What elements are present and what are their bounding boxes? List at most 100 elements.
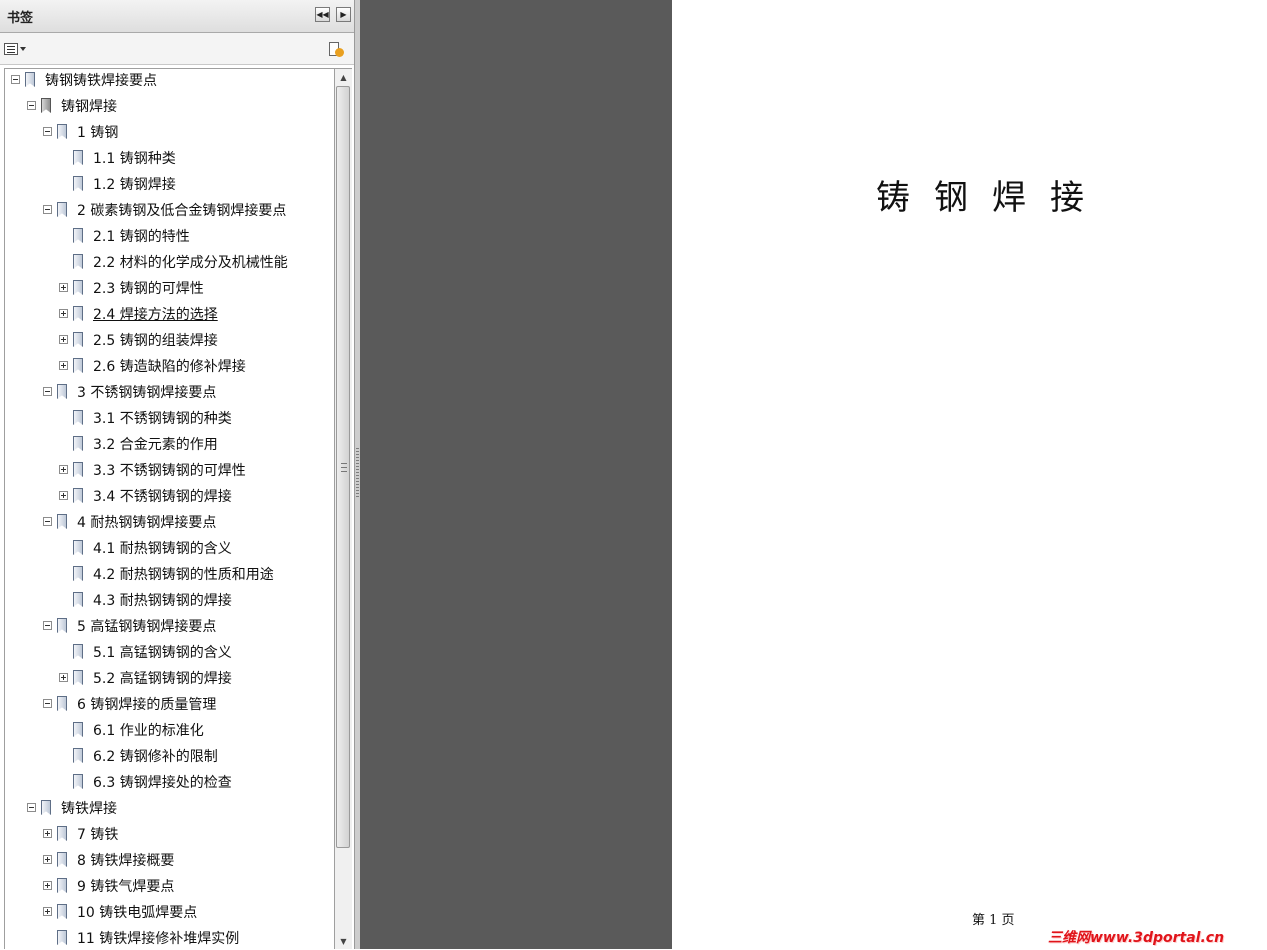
bookmark-label[interactable]: 1.1 铸钢种类: [93, 150, 176, 168]
bookmark-item[interactable]: 1 铸钢: [5, 123, 334, 147]
bookmark-label[interactable]: 10 铸铁电弧焊要点: [77, 904, 197, 922]
expand-icon[interactable]: [59, 465, 68, 474]
bookmark-item[interactable]: 1.2 铸钢焊接: [5, 175, 334, 199]
bookmark-item[interactable]: 1.1 铸钢种类: [5, 149, 334, 173]
bookmark-label[interactable]: 3.4 不锈钢铸钢的焊接: [93, 488, 232, 506]
bookmark-label[interactable]: 4.2 耐热钢铸钢的性质和用途: [93, 566, 274, 584]
bookmark-item[interactable]: 2.2 材料的化学成分及机械性能: [5, 253, 334, 277]
bookmark-item[interactable]: 4.1 耐热钢铸钢的含义: [5, 539, 334, 563]
bookmark-label[interactable]: 4.3 耐热钢铸钢的焊接: [93, 592, 232, 610]
bookmark-item[interactable]: 6.1 作业的标准化: [5, 721, 334, 745]
bookmark-item[interactable]: 3 不锈钢铸钢焊接要点: [5, 383, 334, 407]
bookmark-label[interactable]: 2 碳素铸钢及低合金铸钢焊接要点: [77, 202, 286, 220]
bookmark-item[interactable]: 5 高锰钢铸钢焊接要点: [5, 617, 334, 641]
bookmark-item[interactable]: 2.3 铸钢的可焊性: [5, 279, 334, 303]
expand-icon[interactable]: [59, 361, 68, 370]
bookmark-label[interactable]: 2.2 材料的化学成分及机械性能: [93, 254, 288, 272]
collapse-icon[interactable]: [43, 387, 52, 396]
bookmark-item[interactable]: 铸钢焊接: [5, 97, 334, 121]
scroll-down-arrow-icon[interactable]: ▼: [335, 933, 352, 950]
bookmark-label[interactable]: 6.1 作业的标准化: [93, 722, 204, 740]
expand-icon[interactable]: [59, 283, 68, 292]
bookmark-label[interactable]: 5.2 高锰钢铸钢的焊接: [93, 670, 232, 688]
options-menu-button[interactable]: [4, 42, 28, 58]
bookmark-item[interactable]: 3.1 不锈钢铸钢的种类: [5, 409, 334, 433]
collapse-icon[interactable]: [27, 803, 36, 812]
bookmark-label[interactable]: 2.5 铸钢的组装焊接: [93, 332, 218, 350]
bookmark-item[interactable]: 3.3 不锈钢铸钢的可焊性: [5, 461, 334, 485]
document-viewer[interactable]: 铸钢焊接 第 1 页: [360, 0, 1267, 949]
new-bookmark-button[interactable]: [327, 42, 345, 58]
bookmark-label[interactable]: 9 铸铁气焊要点: [77, 878, 174, 896]
bookmark-label[interactable]: 2.3 铸钢的可焊性: [93, 280, 204, 298]
bookmark-label[interactable]: 3.2 合金元素的作用: [93, 436, 218, 454]
expand-icon[interactable]: [43, 907, 52, 916]
bookmark-label[interactable]: 6 铸钢焊接的质量管理: [77, 696, 216, 714]
scroll-up-arrow-icon[interactable]: ▲: [335, 69, 352, 86]
bookmark-item[interactable]: 2.6 铸造缺陷的修补焊接: [5, 357, 334, 381]
collapse-icon[interactable]: [43, 205, 52, 214]
expand-icon[interactable]: [43, 829, 52, 838]
bookmark-tree[interactable]: 铸钢铸铁焊接要点铸钢焊接 1 铸钢 1.1 铸钢种类 1.2 铸钢焊接 2 碳素铸钢及低…: [4, 68, 335, 949]
bookmark-item[interactable]: 9 铸铁气焊要点: [5, 877, 334, 901]
bookmark-icon: [57, 878, 67, 893]
bookmark-item[interactable]: 10 铸铁电弧焊要点: [5, 903, 334, 927]
vertical-scrollbar[interactable]: ▲ ▼: [335, 68, 352, 949]
bookmark-item[interactable]: 5.1 高锰钢铸钢的含义: [5, 643, 334, 667]
collapse-icon[interactable]: [11, 75, 20, 84]
bookmark-item[interactable]: 3.4 不锈钢铸钢的焊接: [5, 487, 334, 511]
bookmark-label[interactable]: 6.3 铸钢焊接处的检查: [93, 774, 232, 792]
collapse-icon[interactable]: [43, 127, 52, 136]
bookmark-label[interactable]: 2.1 铸钢的特性: [93, 228, 190, 246]
bookmark-item[interactable]: 铸铁焊接: [5, 799, 334, 823]
bookmark-item[interactable]: 5.2 高锰钢铸钢的焊接: [5, 669, 334, 693]
bookmark-item[interactable]: 3.2 合金元素的作用: [5, 435, 334, 459]
bookmark-label[interactable]: 5 高锰钢铸钢焊接要点: [77, 618, 216, 636]
collapse-panel-button[interactable]: ◀◀: [315, 7, 330, 22]
bookmark-label[interactable]: 11 铸铁焊接修补堆焊实例: [77, 930, 239, 948]
bookmark-label[interactable]: 3 不锈钢铸钢焊接要点: [77, 384, 216, 402]
bookmark-item[interactable]: 6.2 铸钢修补的限制: [5, 747, 334, 771]
bookmark-label[interactable]: 铸铁焊接: [61, 800, 117, 818]
bookmark-icon: [73, 176, 83, 191]
bookmark-label[interactable]: 4.1 耐热钢铸钢的含义: [93, 540, 232, 558]
bookmark-label[interactable]: 3.1 不锈钢铸钢的种类: [93, 410, 232, 428]
collapse-icon[interactable]: [43, 517, 52, 526]
bookmark-label[interactable]: 7 铸铁: [77, 826, 118, 844]
bookmark-label[interactable]: 铸钢铸铁焊接要点: [45, 72, 157, 90]
expand-icon[interactable]: [59, 491, 68, 500]
expand-icon[interactable]: [43, 855, 52, 864]
bookmark-item[interactable]: 6.3 铸钢焊接处的检查: [5, 773, 334, 797]
bookmark-item[interactable]: 4.2 耐热钢铸钢的性质和用途: [5, 565, 334, 589]
bookmark-item[interactable]: 2 碳素铸钢及低合金铸钢焊接要点: [5, 201, 334, 225]
scroll-thumb[interactable]: [336, 86, 350, 848]
bookmark-label[interactable]: 3.3 不锈钢铸钢的可焊性: [93, 462, 246, 480]
bookmark-item[interactable]: 6 铸钢焊接的质量管理: [5, 695, 334, 719]
collapse-icon[interactable]: [43, 621, 52, 630]
expand-icon[interactable]: [59, 335, 68, 344]
collapse-icon[interactable]: [43, 699, 52, 708]
bookmark-label[interactable]: 2.6 铸造缺陷的修补焊接: [93, 358, 246, 376]
bookmark-label[interactable]: 4 耐热钢铸钢焊接要点: [77, 514, 216, 532]
bookmark-item[interactable]: 2.1 铸钢的特性: [5, 227, 334, 251]
collapse-icon[interactable]: [27, 101, 36, 110]
bookmark-item[interactable]: 11 铸铁焊接修补堆焊实例: [5, 929, 334, 949]
bookmark-label[interactable]: 1 铸钢: [77, 124, 118, 142]
bookmark-item[interactable]: 7 铸铁: [5, 825, 334, 849]
expand-icon[interactable]: [43, 881, 52, 890]
bookmark-item[interactable]: 8 铸铁焊接概要: [5, 851, 334, 875]
bookmark-item[interactable]: 4 耐热钢铸钢焊接要点: [5, 513, 334, 537]
bookmark-label[interactable]: 2.4 焊接方法的选择: [93, 306, 218, 324]
expand-icon[interactable]: [59, 673, 68, 682]
bookmark-label[interactable]: 1.2 铸钢焊接: [93, 176, 176, 194]
bookmark-item[interactable]: 2.4 焊接方法的选择: [5, 305, 334, 329]
bookmark-label[interactable]: 8 铸铁焊接概要: [77, 852, 174, 870]
next-panel-button[interactable]: ▶: [336, 7, 351, 22]
bookmark-item[interactable]: 2.5 铸钢的组装焊接: [5, 331, 334, 355]
bookmark-label[interactable]: 6.2 铸钢修补的限制: [93, 748, 218, 766]
expand-icon[interactable]: [59, 309, 68, 318]
bookmark-label[interactable]: 铸钢焊接: [61, 98, 117, 116]
bookmark-item[interactable]: 铸钢铸铁焊接要点: [5, 71, 334, 95]
bookmark-label[interactable]: 5.1 高锰钢铸钢的含义: [93, 644, 232, 662]
bookmark-item[interactable]: 4.3 耐热钢铸钢的焊接: [5, 591, 334, 615]
